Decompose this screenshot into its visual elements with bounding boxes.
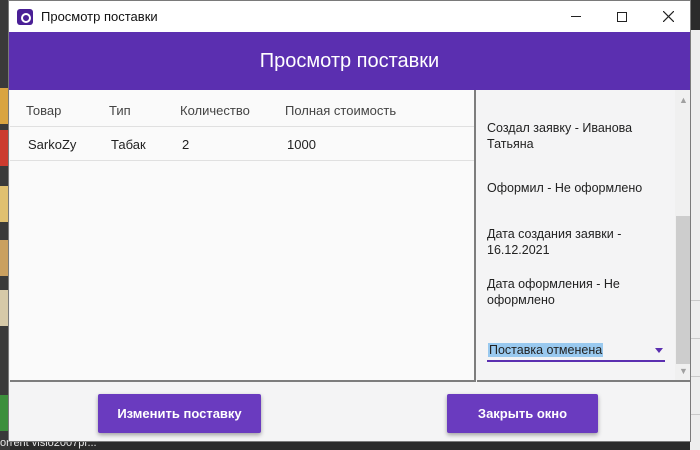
- background-row-divider: [690, 414, 700, 415]
- products-table: Товар Тип Количество Полная стоимость Sa…: [10, 90, 476, 382]
- delivery-info-panel: Создал заявку - Иванова Татьяна Оформил …: [477, 90, 690, 382]
- maximize-icon: [617, 11, 627, 22]
- window-title: Просмотр поставки: [41, 9, 158, 24]
- created-by-text: Создал заявку - Иванова Татьяна: [487, 121, 633, 151]
- minimize-icon: [571, 16, 581, 17]
- status-selected-value: Поставка отменена: [488, 343, 604, 357]
- close-icon: [662, 11, 674, 22]
- scroll-down-icon[interactable]: ▼: [679, 366, 688, 376]
- edit-delivery-button[interactable]: Изменить поставку: [98, 394, 261, 433]
- title-bar[interactable]: Просмотр поставки: [9, 1, 690, 32]
- maximize-button[interactable]: [599, 1, 645, 32]
- scroll-up-icon[interactable]: ▲: [679, 95, 688, 105]
- minimize-button[interactable]: [553, 1, 599, 32]
- processed-date-text: Дата оформления - Не оформлено: [487, 277, 620, 307]
- background-window-fragment: [690, 30, 700, 450]
- cell-product: SarkoZy: [28, 137, 77, 152]
- app-logo-icon: [17, 9, 33, 25]
- cell-quantity: 2: [182, 137, 190, 152]
- row-divider: [10, 160, 474, 161]
- background-row-divider: [690, 376, 700, 377]
- scroll-thumb[interactable]: [676, 216, 690, 364]
- status-dropdown[interactable]: Поставка отменена: [487, 340, 665, 362]
- info-scrollbar[interactable]: ▲ ▼: [675, 90, 690, 380]
- cell-type: Табак: [111, 137, 146, 152]
- column-header-quantity[interactable]: Количество: [180, 103, 250, 118]
- background-row-divider: [690, 338, 700, 339]
- header-divider: [10, 126, 474, 127]
- column-header-product[interactable]: Товар: [26, 103, 61, 118]
- dropdown-arrow-icon: [655, 348, 663, 353]
- cell-total-cost: 1000: [287, 137, 316, 152]
- close-button[interactable]: [645, 1, 690, 32]
- close-window-button[interactable]: Закрыть окно: [447, 394, 598, 433]
- column-header-total-cost[interactable]: Полная стоимость: [285, 103, 396, 118]
- processed-by-text: Оформил - Не оформлено: [487, 181, 643, 195]
- page-title: Просмотр поставки: [259, 49, 440, 72]
- page-header: Просмотр поставки: [9, 32, 690, 90]
- column-header-type[interactable]: Тип: [109, 103, 131, 118]
- background-row-divider: [690, 300, 700, 301]
- created-date-text: Дата создания заявки - 16.12.2021: [487, 227, 622, 257]
- delivery-view-window: Просмотр поставки Просмотр поставки Това…: [8, 0, 691, 442]
